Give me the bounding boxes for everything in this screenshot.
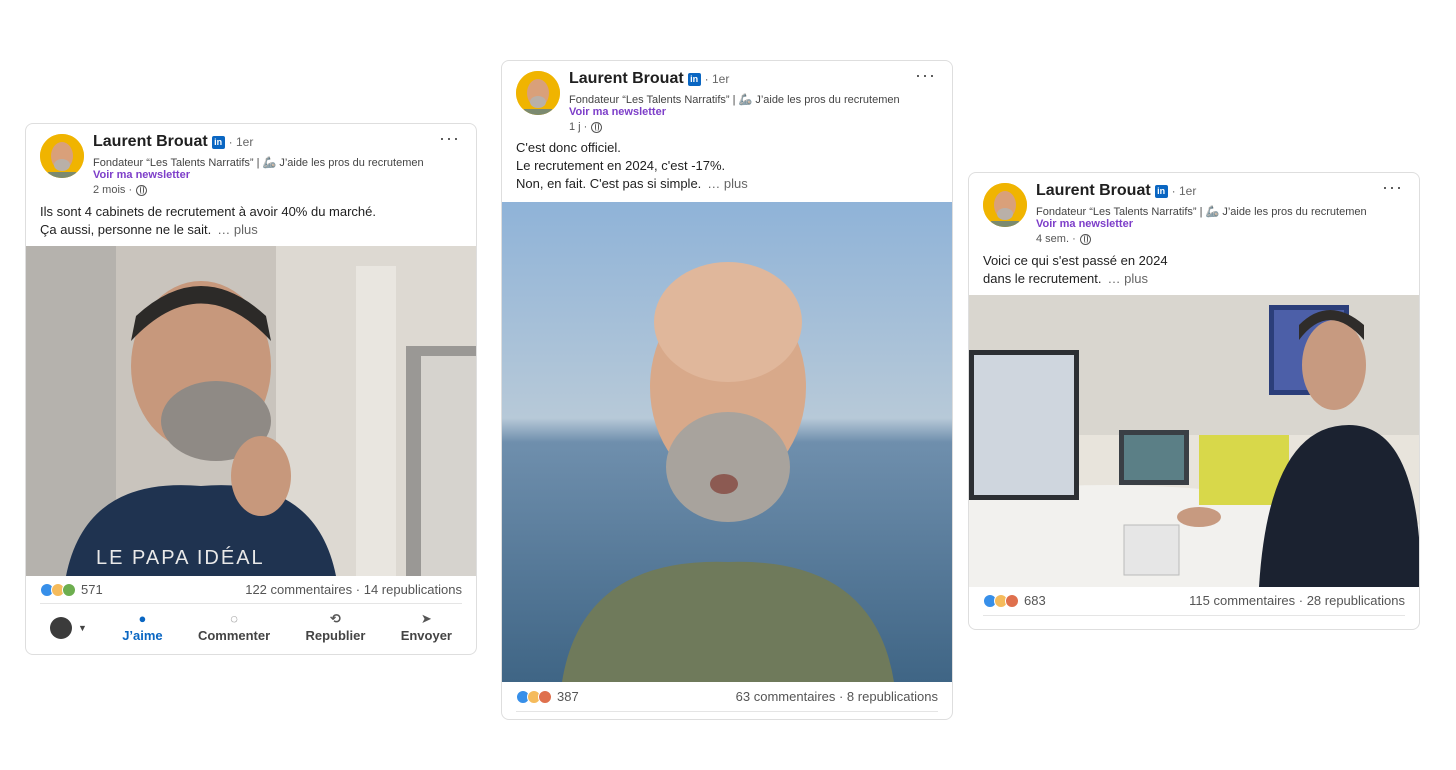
post-text-line: C'est donc officiel.	[516, 140, 621, 155]
see-more-link[interactable]: … plus	[217, 222, 257, 237]
author-headline: Fondateur “Les Talents Narratifs” | 🦾 J’…	[1036, 206, 1366, 218]
like-button[interactable]: ● J’aime	[122, 612, 162, 643]
post-time: 4 sem. ·	[1036, 233, 1076, 245]
globe-icon	[136, 184, 148, 196]
newsletter-link[interactable]: Voir ma newsletter	[569, 106, 666, 118]
author-name-line: Laurent Brouat in · 1er	[569, 70, 729, 88]
post-time: 1 j ·	[569, 121, 588, 133]
thumbs-up-icon: ●	[138, 611, 147, 626]
post-text: Ils sont 4 cabinets de recrutement à avo…	[26, 203, 476, 239]
comment-button[interactable]: ◌ Commenter	[198, 612, 270, 643]
author-headline: Fondateur “Les Talents Narratifs” | 🦾 J’…	[93, 157, 423, 169]
post-meta: 2 mois ·	[93, 184, 148, 196]
comments-reposts-count[interactable]: 63 commentaires · 8 republications	[736, 689, 938, 704]
reactions-summary[interactable]: 387	[516, 689, 579, 704]
divider	[40, 603, 462, 604]
post-text-line: dans le recrutement.	[983, 271, 1102, 286]
post-card-3: Laurent Brouat in · 1er Fondateur “Les T…	[968, 172, 1420, 630]
post-text-line: Non, en fait. C'est pas si simple.	[516, 176, 702, 191]
repost-icon: ⟲	[329, 611, 341, 626]
heart-reaction-icon	[1005, 593, 1019, 608]
linkedin-icon: in	[211, 135, 225, 149]
post-stats: 387 63 commentaires · 8 republications	[516, 689, 938, 704]
linkedin-icon: in	[1154, 184, 1168, 198]
post-meta: 4 sem. ·	[1036, 233, 1091, 245]
post-text: Voici ce qui s'est passé en 2024 dans le…	[969, 252, 1419, 288]
newsletter-link[interactable]: Voir ma newsletter	[93, 169, 190, 181]
author-name[interactable]: Laurent Brouat	[569, 70, 684, 88]
repost-button[interactable]: ⟲ Republier	[305, 612, 365, 643]
post-time: 2 mois ·	[93, 184, 133, 196]
author-name[interactable]: Laurent Brouat	[93, 133, 208, 151]
see-more-link[interactable]: … plus	[707, 176, 747, 191]
linkedin-icon: in	[687, 72, 701, 86]
shirt-print-text: LE PAPA IDÉAL	[96, 546, 265, 569]
send-button[interactable]: ➤ Envoyer	[401, 612, 452, 643]
author-headline: Fondateur “Les Talents Narratifs” | 🦾 J’…	[569, 94, 899, 106]
reactions-summary[interactable]: 683	[983, 593, 1046, 608]
post-text: C'est donc officiel. Le recrutement en 2…	[502, 139, 952, 193]
divider	[516, 711, 938, 712]
post-header: Laurent Brouat in · 1er Fondateur “Les T…	[26, 124, 476, 200]
send-icon: ➤	[420, 611, 432, 626]
comments-reposts-count[interactable]: 115 commentaires · 28 republications	[1189, 593, 1405, 608]
post-meta: 1 j ·	[569, 121, 603, 133]
post-header: Laurent Brouat in · 1er Fondateur “Les T…	[969, 173, 1419, 249]
more-options-icon[interactable]: ···	[439, 128, 460, 149]
celebrate-reaction-icon	[62, 582, 76, 597]
post-text-line: Ils sont 4 cabinets de recrutement à avo…	[40, 204, 377, 219]
post-card-1: Laurent Brouat in · 1er Fondateur “Les T…	[25, 123, 477, 655]
actor-switcher[interactable]: ▼	[50, 616, 87, 639]
reactions-summary[interactable]: 571	[40, 582, 103, 597]
globe-icon	[591, 121, 603, 133]
heart-reaction-icon	[538, 689, 552, 704]
author-name-line: Laurent Brouat in · 1er	[1036, 182, 1196, 200]
post-text-line: Voici ce qui s'est passé en 2024	[983, 253, 1168, 268]
connection-degree: · 1er	[228, 135, 254, 149]
post-header: Laurent Brouat in · 1er Fondateur “Les T…	[502, 61, 952, 137]
post-photo[interactable]	[969, 295, 1419, 587]
post-stats: 683 115 commentaires · 28 republications	[983, 593, 1405, 608]
connection-degree: · 1er	[1171, 184, 1197, 198]
globe-icon	[1079, 233, 1091, 245]
post-text-line: Ça aussi, personne ne le sait.	[40, 222, 212, 237]
connection-degree: · 1er	[704, 72, 730, 86]
self-avatar	[50, 616, 72, 639]
newsletter-link[interactable]: Voir ma newsletter	[1036, 218, 1133, 230]
more-options-icon[interactable]: ···	[915, 65, 936, 86]
post-actions: ▼ ● J’aime ◌ Commenter ⟲ Republier ➤ Env…	[40, 612, 462, 643]
comment-icon: ◌	[230, 611, 238, 626]
post-photo[interactable]: LE PAPA IDÉAL	[26, 246, 476, 576]
author-name[interactable]: Laurent Brouat	[1036, 182, 1151, 200]
author-avatar[interactable]	[983, 183, 1027, 227]
author-name-line: Laurent Brouat in · 1er	[93, 133, 253, 151]
reactions-count: 683	[1024, 593, 1046, 608]
post-text-line: Le recrutement en 2024, c'est -17%.	[516, 158, 726, 173]
reactions-count: 571	[81, 582, 103, 597]
post-card-2: Laurent Brouat in · 1er Fondateur “Les T…	[501, 60, 953, 720]
post-photo[interactable]	[502, 202, 952, 682]
comments-reposts-count[interactable]: 122 commentaires · 14 republications	[245, 582, 462, 597]
reactions-count: 387	[557, 689, 579, 704]
chevron-down-icon: ▼	[78, 622, 87, 633]
divider	[983, 615, 1405, 616]
author-avatar[interactable]	[40, 134, 84, 178]
author-avatar[interactable]	[516, 71, 560, 115]
see-more-link[interactable]: … plus	[1108, 271, 1148, 286]
more-options-icon[interactable]: ···	[1382, 177, 1403, 198]
post-stats: 571 122 commentaires · 14 republications	[40, 582, 462, 597]
